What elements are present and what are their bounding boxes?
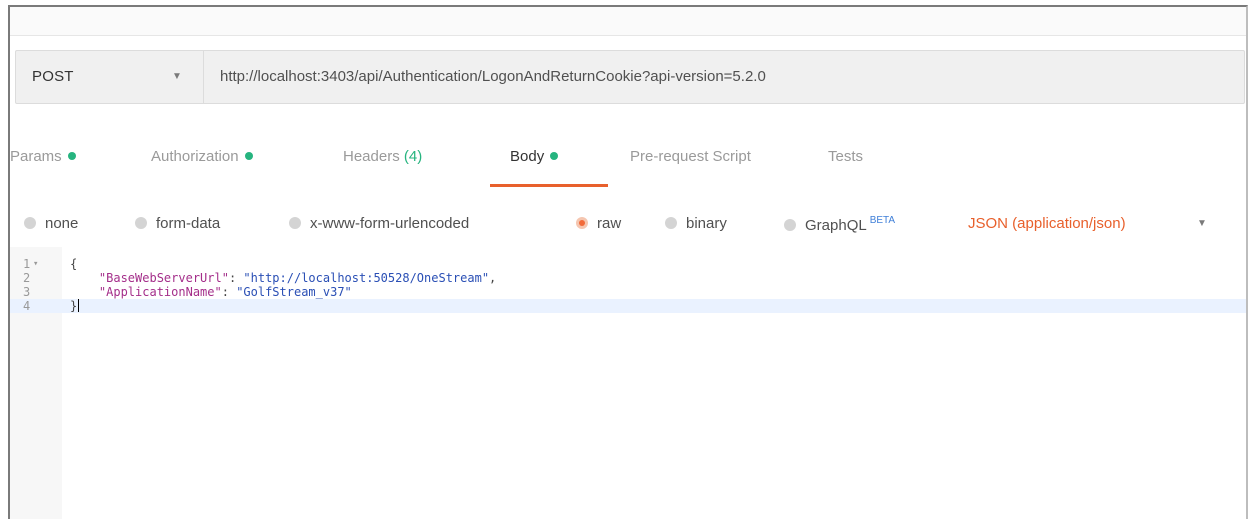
line-number: 1 [23,257,31,271]
code-line: 3 "ApplicationName": "GolfStream_v37" [10,285,1246,299]
radio-form-data[interactable]: form-data [135,215,220,232]
chevron-down-icon: ▼ [172,71,182,82]
option-label: x-www-form-urlencoded [310,215,470,232]
status-dot-icon [67,152,76,160]
top-toolbar-strip [10,7,1246,36]
code-line-active: 4 } [10,299,1246,313]
option-label: raw [597,215,622,232]
tab-label: Params [10,148,62,165]
radio-icon [784,219,796,231]
beta-badge: BETA [869,215,896,226]
radio-raw[interactable]: raw [576,215,621,232]
radio-none[interactable]: none [24,215,78,232]
code-line: 2 "BaseWebServerUrl": "http://localhost:… [10,271,1246,285]
option-label: form-data [156,215,221,232]
option-label: none [45,215,79,232]
code-text: { [70,257,77,271]
tab-pre-request-script[interactable]: Pre-request Script [630,148,751,165]
radio-icon [135,217,147,229]
tab-label: Pre-request Script [630,148,751,165]
tab-tests[interactable]: Tests [828,148,863,165]
line-number: 4 [23,299,31,313]
tab-params[interactable]: Params [10,148,76,165]
postman-request-panel: POST ▼ http://localhost:3403/api/Authent… [8,5,1248,519]
json-string: "GolfStream_v37" [236,285,352,299]
chevron-down-icon[interactable]: ▼ [1197,218,1207,229]
radio-graphql[interactable]: GraphQL BETA [784,215,895,234]
json-key: "BaseWebServerUrl" [98,271,229,285]
json-brace: } [70,299,78,313]
tab-count: (4) [403,148,423,165]
url-input[interactable]: http://localhost:3403/api/Authentication… [220,68,766,85]
code-text: } [70,299,80,313]
content-type-dropdown[interactable]: JSON (application/json) [968,215,1126,232]
method-label: POST [32,68,74,85]
radio-icon [24,217,36,229]
text-cursor [78,299,80,312]
code-text: "ApplicationName": "GolfStream_v37" [70,285,352,299]
tab-body[interactable]: Body [510,148,559,165]
radio-binary[interactable]: binary [665,215,727,232]
code-text: "BaseWebServerUrl": "http://localhost:50… [70,271,496,285]
code-editor[interactable]: 1 ▾ { 2 "BaseWebServerUrl": "http://loca… [10,247,1246,519]
line-number: 3 [23,285,31,299]
fold-caret-icon[interactable]: ▾ [33,257,38,271]
active-tab-underline [490,184,608,187]
json-comma: , [489,271,497,285]
json-key: "ApplicationName" [98,285,222,299]
radio-urlencoded[interactable]: x-www-form-urlencoded [289,215,469,232]
status-dot-icon [550,152,559,160]
tab-label: Authorization [151,148,239,165]
option-label: binary [686,215,727,232]
body-type-options: none form-data x-www-form-urlencoded raw… [10,203,1242,243]
radio-selected-icon [576,217,588,229]
tab-label: Body [510,148,545,165]
method-dropdown[interactable]: POST ▼ [16,51,204,103]
json-brace: { [70,257,78,271]
request-bar: POST ▼ http://localhost:3403/api/Authent… [15,50,1245,104]
code-line: 1 ▾ { [10,257,1246,271]
status-dot-icon [244,152,253,160]
json-separator: : [221,285,237,299]
json-separator: : [228,271,244,285]
request-tabs: Params Authorization Headers (4) Body Pr… [10,134,1110,190]
line-number: 2 [23,271,31,285]
tab-headers[interactable]: Headers (4) [343,148,422,165]
json-string: "http://localhost:50528/OneStream" [243,271,490,285]
option-label: GraphQL [805,217,867,234]
radio-icon [289,217,301,229]
tab-authorization[interactable]: Authorization [151,148,253,165]
tab-label: Headers [343,148,400,165]
radio-icon [665,217,677,229]
tab-label: Tests [828,148,864,165]
